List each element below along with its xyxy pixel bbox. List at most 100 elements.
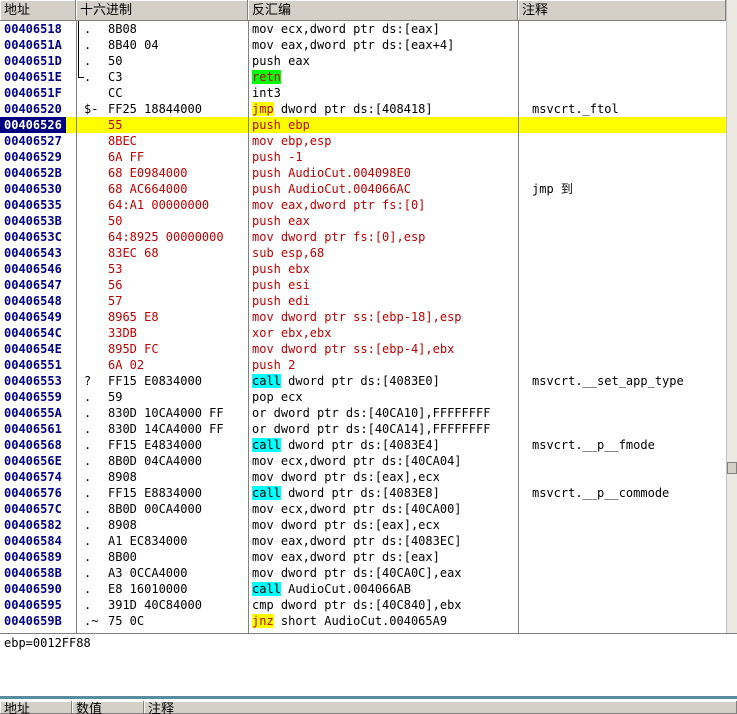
row-marker: . xyxy=(84,518,92,532)
disasm-row[interactable]: 0040655A. 830D 10CA4000 FF or dword ptr ds… xyxy=(0,405,726,421)
disasm-row[interactable]: 00406527 8BEC mov ebp,esp xyxy=(0,133,726,149)
row-disassembly: call dword ptr ds:[4083E8] xyxy=(252,485,440,501)
row-hex-bytes: 8965 E8 xyxy=(108,310,159,324)
disasm-row[interactable]: 0040651A. 8B40 04 mov eax,dword ptr ds:[ea… xyxy=(0,37,726,53)
disasm-row[interactable]: 00406549 8965 E8 mov dword ptr ss:[ebp-18]… xyxy=(0,309,726,325)
disassembly-listing[interactable]: 00406518. 8B08 mov ecx,dword ptr ds:[eax] 0… xyxy=(0,21,726,633)
row-address: 00406559 xyxy=(4,390,62,404)
disasm-row[interactable]: 0040652B 68 E0984000 push AudioCut.004098E… xyxy=(0,165,726,181)
operands: push esi xyxy=(252,278,310,292)
column-header-comment[interactable]: 注释 xyxy=(518,0,726,21)
operands: xor ebx,ebx xyxy=(252,326,332,340)
row-address: 00406543 xyxy=(4,246,62,260)
row-address: 0040657C xyxy=(4,502,62,516)
disasm-row[interactable]: 00406518. 8B08 mov ecx,dword ptr ds:[eax] xyxy=(0,21,726,37)
row-disassembly: mov dword ptr ss:[ebp-4],ebx xyxy=(252,341,454,357)
operands: mov ecx,dword ptr ds:[eax] xyxy=(252,22,440,36)
row-hex-bytes: 8908 xyxy=(108,518,137,532)
disasm-row[interactable]: 0040654E 895D FC mov dword ptr ss:[ebp-4],… xyxy=(0,341,726,357)
operands: mov eax,dword ptr ds:[4083EC] xyxy=(252,534,462,548)
disasm-row[interactable]: 0040658B. A3 0CCA4000 mov dword ptr ds:[40… xyxy=(0,565,726,581)
row-address: 00406595 xyxy=(4,598,62,612)
disasm-row[interactable]: 0040657C. 8B0D 00CA4000 mov ecx,dword ptr … xyxy=(0,501,726,517)
disasm-row[interactable]: 00406584. A1 EC834000 mov eax,dword ptr ds… xyxy=(0,533,726,549)
dump-header-address[interactable]: 地址 xyxy=(0,701,72,714)
disasm-row[interactable]: 00406568. FF15 E4834000 call dword ptr ds:… xyxy=(0,437,726,453)
row-address: 00406590 xyxy=(4,582,62,596)
row-marker: . xyxy=(84,566,92,580)
disasm-row[interactable]: 00406553? FF15 E0834000 call dword ptr ds:… xyxy=(0,373,726,389)
row-disassembly: or dword ptr ds:[40CA10],FFFFFFFF xyxy=(252,405,490,421)
vertical-scrollbar[interactable] xyxy=(726,0,737,633)
disasm-row[interactable]: 00406590. E8 16010000 call AudioCut.004066… xyxy=(0,581,726,597)
row-marker: . xyxy=(84,70,92,84)
disasm-row[interactable]: 00406529 6A FF push -1 xyxy=(0,149,726,165)
column-header-hex[interactable]: 十六进制 xyxy=(76,0,248,21)
disasm-row[interactable]: 00406530 68 AC664000 push AudioCut.004066A… xyxy=(0,181,726,197)
row-hex-bytes: 8B08 xyxy=(108,22,137,36)
row-hex-bytes: 830D 14CA4000 FF xyxy=(108,422,224,436)
disasm-row[interactable]: 00406589. 8B00 mov eax,dword ptr ds:[eax] xyxy=(0,549,726,565)
row-address: 00406582 xyxy=(4,518,62,532)
row-address: 0040652B xyxy=(4,166,62,180)
disasm-row[interactable]: 00406551 6A 02 push 2 xyxy=(0,357,726,373)
column-header-address[interactable]: 地址 xyxy=(0,0,76,21)
row-disassembly: mov eax,dword ptr ds:[4083EC] xyxy=(252,533,462,549)
disasm-row[interactable]: 0040654C 33DB xor ebx,ebx xyxy=(0,325,726,341)
row-address: 00406527 xyxy=(4,134,62,148)
row-disassembly: push AudioCut.004098E0 xyxy=(252,165,411,181)
operands: mov eax,dword ptr fs:[0] xyxy=(252,198,426,212)
disasm-row[interactable]: 00406546 53 push ebx xyxy=(0,261,726,277)
row-address: 00406553 xyxy=(4,374,62,388)
disasm-row[interactable]: 0040653B 50 push eax xyxy=(0,213,726,229)
column-divider xyxy=(518,21,519,633)
row-address: 0040651A xyxy=(4,38,62,52)
row-address: 00406526 xyxy=(0,117,66,133)
disasm-column-header: 地址 十六进制 反汇编 注释 xyxy=(0,0,726,21)
operands: int3 xyxy=(252,86,281,100)
row-disassembly: call dword ptr ds:[4083E4] xyxy=(252,437,440,453)
row-marker: . xyxy=(84,598,92,612)
disasm-row[interactable]: 0040659B .~ 75 0C jnz short AudioCut.004065… xyxy=(0,613,726,629)
disasm-row[interactable]: 00406561. 830D 14CA4000 FF or dword ptr ds… xyxy=(0,421,726,437)
dump-header-value[interactable]: 数值 xyxy=(72,701,144,714)
row-hex-bytes: FF15 E8834000 xyxy=(108,486,202,500)
row-hex-bytes: 8B0D 04CA4000 xyxy=(108,454,202,468)
row-hex-bytes: FF15 E4834000 xyxy=(108,438,202,452)
disasm-row[interactable]: 00406520 $- FF25 18844000 jmp dword ptr ds:… xyxy=(0,101,726,117)
dump-header-comment[interactable]: 注释 xyxy=(144,701,737,714)
info-pane: ebp=0012FF88 xyxy=(0,633,737,699)
row-disassembly: mov dword ptr ds:[eax],ecx xyxy=(252,517,440,533)
row-address: 00406584 xyxy=(4,534,62,548)
row-hex-bytes: 83EC 68 xyxy=(108,246,159,260)
scrollbar-thumb[interactable] xyxy=(727,462,737,474)
row-hex-bytes: 56 xyxy=(108,278,123,292)
disasm-row[interactable]: 0040651F CC int3 xyxy=(0,85,726,101)
disasm-row[interactable]: 0040653C 64:8925 00000000 mov dword ptr fs… xyxy=(0,229,726,245)
operands: dword ptr ds:[4083E0] xyxy=(280,374,440,388)
disasm-row[interactable]: 00406582. 8908 mov dword ptr ds:[eax],ecx xyxy=(0,517,726,533)
disasm-row[interactable]: 00406526 55 push ebp xyxy=(0,117,726,133)
row-address: 0040654C xyxy=(4,326,62,340)
disasm-row[interactable]: 00406535 64:A1 00000000 mov eax,dword ptr … xyxy=(0,197,726,213)
row-disassembly: retn xyxy=(252,69,281,85)
mnemonic-highlight: jnz xyxy=(252,614,274,628)
row-comment: msvcrt._ftol xyxy=(532,102,619,116)
disasm-row[interactable]: 0040651E. C3 retn xyxy=(0,69,726,85)
disasm-row[interactable]: 0040651D. 50 push eax xyxy=(0,53,726,69)
operands: mov ecx,dword ptr ds:[40CA00] xyxy=(252,502,462,516)
disasm-row[interactable]: 00406548 57 push edi xyxy=(0,293,726,309)
operands: mov dword ptr ds:[40CA0C],eax xyxy=(252,566,462,580)
disasm-row[interactable]: 00406547 56 push esi xyxy=(0,277,726,293)
row-disassembly: mov dword ptr ss:[ebp-18],esp xyxy=(252,309,462,325)
row-hex-bytes: 64:8925 00000000 xyxy=(108,230,224,244)
column-header-disassembly[interactable]: 反汇编 xyxy=(248,0,518,21)
row-hex-bytes: 391D 40C84000 xyxy=(108,598,202,612)
row-marker: . xyxy=(84,454,92,468)
disasm-row[interactable]: 00406543 83EC 68 sub esp,68 xyxy=(0,245,726,261)
disasm-row[interactable]: 00406595. 391D 40C84000 cmp dword ptr ds:[… xyxy=(0,597,726,613)
disasm-row[interactable]: 00406574. 8908 mov dword ptr ds:[eax],ecx xyxy=(0,469,726,485)
disasm-row[interactable]: 00406576. FF15 E8834000 call dword ptr ds:… xyxy=(0,485,726,501)
disasm-row[interactable]: 00406559. 59 pop ecx xyxy=(0,389,726,405)
disasm-row[interactable]: 0040656E. 8B0D 04CA4000 mov ecx,dword ptr … xyxy=(0,453,726,469)
